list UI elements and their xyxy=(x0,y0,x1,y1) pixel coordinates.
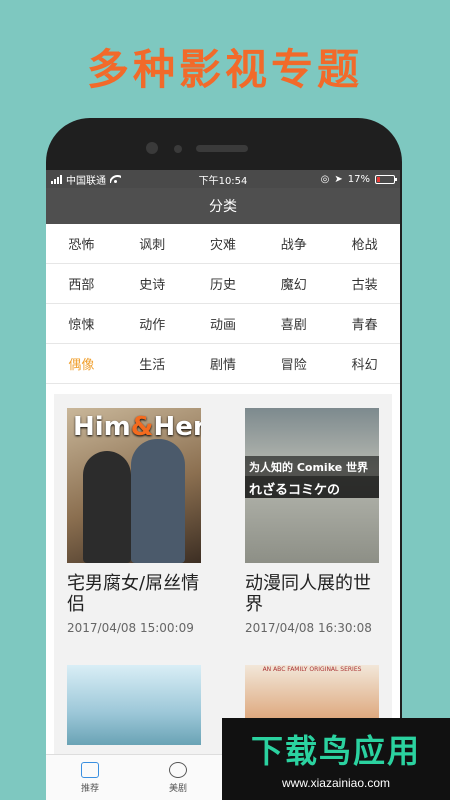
wifi-icon xyxy=(110,175,121,183)
poster-image: Him&Her xyxy=(67,408,201,563)
home-tv-icon xyxy=(81,761,99,778)
category-item[interactable]: 生活 xyxy=(117,344,188,383)
watermark-logo: 下载鸟应用 www.xiazainiao.com xyxy=(222,718,450,800)
app-screen: 中国联通 下午10:54 ◎ ➤ 17% 分类 恐怖 讽刺 灾难 战争 枪战 西部 史诗 历史… xyxy=(46,170,400,800)
category-row: 恐怖 讽刺 灾难 战争 枪战 xyxy=(46,224,400,264)
poster-image: 为人知的 Comike 世界 れざるコミケの xyxy=(245,408,379,563)
film-reel-icon xyxy=(169,761,187,778)
poster-image xyxy=(67,665,201,745)
topic-title: 动漫同人展的世界 xyxy=(245,573,371,615)
poster-caption: 为人知的 Comike 世界 xyxy=(245,456,379,476)
lock-rotation-icon: ◎ xyxy=(320,173,330,185)
page-title: 分类 xyxy=(209,199,237,215)
topic-time: 2017/04/08 16:30:08 xyxy=(245,621,372,635)
category-item[interactable]: 偶像 xyxy=(46,344,117,383)
watermark-url: www.xiazainiao.com xyxy=(281,776,391,790)
category-item[interactable]: 冒险 xyxy=(258,344,329,383)
status-bar: 中国联通 下午10:54 ◎ ➤ 17% xyxy=(46,170,400,188)
carrier-label: 中国联通 xyxy=(66,175,106,187)
category-row: 偶像 生活 剧情 冒险 科幻 xyxy=(46,344,400,384)
poster-caption: AN ABC FAMILY ORIGINAL SERIES xyxy=(262,666,362,673)
category-item[interactable]: 惊悚 xyxy=(46,304,117,343)
category-item[interactable]: 枪战 xyxy=(329,224,400,263)
tab-label: 推荐 xyxy=(80,783,99,794)
category-row: 西部 史诗 历史 魔幻 古装 xyxy=(46,264,400,304)
category-row: 惊悚 动作 动画 喜剧 青春 xyxy=(46,304,400,344)
tab-label: 美剧 xyxy=(168,783,187,794)
watermark-text: 下载鸟应用 xyxy=(250,732,421,770)
category-item[interactable]: 青春 xyxy=(329,304,400,343)
promo-title: 多种影视专题 xyxy=(86,45,363,94)
category-item[interactable]: 灾难 xyxy=(188,224,259,263)
topic-time: 2017/04/08 15:00:09 xyxy=(67,621,194,635)
category-item[interactable]: 历史 xyxy=(188,264,259,303)
category-item[interactable]: 史诗 xyxy=(117,264,188,303)
sensor-dot xyxy=(174,145,182,153)
battery-percent: 17% xyxy=(347,173,370,185)
category-item[interactable]: 剧情 xyxy=(188,344,259,383)
poster-caption: れざるコミケの xyxy=(245,476,379,498)
poster-title: Him&Her xyxy=(73,412,201,442)
topic-card[interactable]: Him&Her 宅男腐女/屌丝情侣 2017/04/08 15:00:09 xyxy=(67,408,201,635)
category-item[interactable]: 古装 xyxy=(329,264,400,303)
category-item[interactable]: 魔幻 xyxy=(258,264,329,303)
nav-bar: 分类 xyxy=(46,188,400,224)
topic-card[interactable] xyxy=(67,665,201,745)
category-item[interactable]: 动画 xyxy=(188,304,259,343)
poster-figure xyxy=(83,451,131,563)
category-item[interactable]: 喜剧 xyxy=(258,304,329,343)
topic-title: 宅男腐女/屌丝情侣 xyxy=(67,573,200,615)
camera-dot xyxy=(146,142,158,154)
topic-card[interactable]: 为人知的 Comike 世界 れざるコミケの 动漫同人展的世界 2017/04/… xyxy=(245,408,379,635)
battery-icon xyxy=(375,174,397,184)
category-item[interactable]: 动作 xyxy=(117,304,188,343)
signal-icon xyxy=(51,174,62,184)
tab-us-drama[interactable]: 美剧 xyxy=(134,755,222,800)
category-item[interactable]: 西部 xyxy=(46,264,117,303)
tab-recommend[interactable]: 推荐 xyxy=(46,755,134,800)
location-icon: ➤ xyxy=(334,173,343,185)
category-item[interactable]: 恐怖 xyxy=(46,224,117,263)
category-item[interactable]: 讽刺 xyxy=(117,224,188,263)
speaker-grille xyxy=(196,145,248,152)
category-item[interactable]: 科幻 xyxy=(329,344,400,383)
category-grid: 恐怖 讽刺 灾难 战争 枪战 西部 史诗 历史 魔幻 古装 惊悚 动作 动画 喜剧 青春 偶像 生活 剧情 冒险 科幻 xyxy=(46,224,400,384)
category-item[interactable]: 战争 xyxy=(258,224,329,263)
poster-figure xyxy=(131,439,185,563)
